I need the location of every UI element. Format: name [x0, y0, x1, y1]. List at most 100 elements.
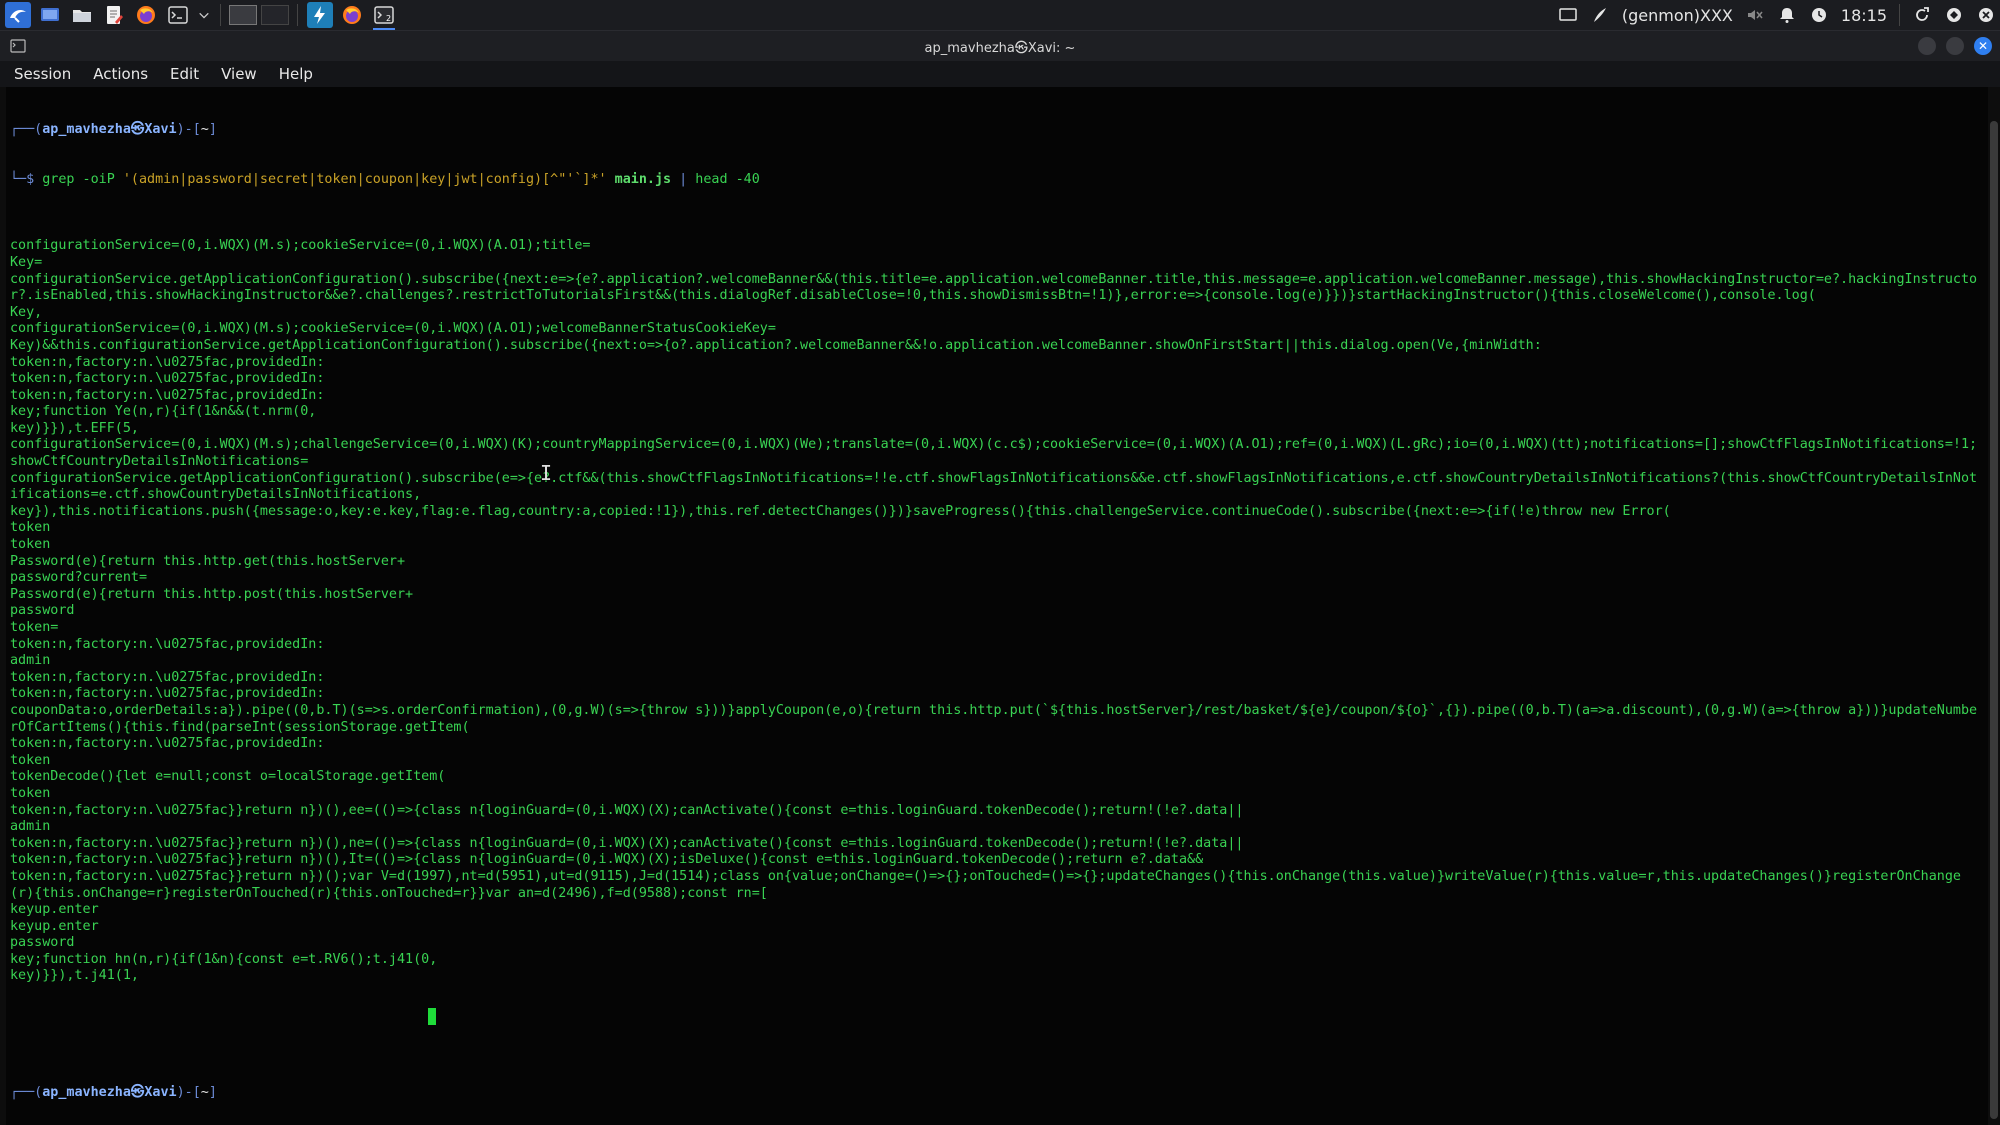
output-line: token:n,factory:n.\u0275fac}}return n})(… — [10, 835, 1244, 851]
close-button[interactable]: ✕ — [1974, 37, 1992, 55]
output-line: Key, — [10, 304, 43, 320]
menu-view[interactable]: View — [221, 65, 257, 83]
prompt-dir: ~ — [200, 122, 209, 138]
output-line: admin — [10, 653, 51, 669]
firefox-icon[interactable] — [133, 2, 159, 28]
app-menu-icon[interactable] — [5, 2, 31, 28]
output-line: token= — [10, 620, 59, 635]
output-line: configurationService=(0,i.WQX)(M.s);chal… — [10, 437, 1978, 470]
prompt-mid: )-[ — [176, 122, 201, 138]
output-line: key;function hn(n,r){if(1&n){const e=t.R… — [10, 951, 438, 967]
genmon-plugin-icon[interactable] — [1590, 5, 1610, 25]
panel-clock[interactable]: 18:15 — [1841, 6, 1887, 25]
scrollbar-thumb[interactable] — [1990, 121, 1998, 1119]
output-line: key)}}),t.EFF(5, — [10, 420, 139, 436]
output-line: Password(e){return this.http.post(this.h… — [10, 586, 414, 602]
output-line: token:n,factory:n.\u0275fac}}return n})(… — [10, 852, 1204, 868]
output-line: token:n,factory:n.\u0275fac,providedIn: — [10, 387, 325, 403]
prompt-user: ap_mavhezha㉿Xavi — [42, 122, 177, 138]
output-line: token — [10, 520, 51, 536]
prompt-line: ┌──(ap_mavhezha㉿Xavi)-[~] — [10, 122, 1984, 139]
command-head: head -40 — [695, 171, 760, 187]
prompt-mid: )-[ — [176, 1084, 201, 1100]
menu-help[interactable]: Help — [279, 65, 313, 83]
output-line: token — [10, 785, 51, 801]
command-pipe: | — [671, 171, 696, 187]
minimize-button[interactable] — [1918, 37, 1936, 55]
mouse-ibeam-cursor-icon: I — [540, 461, 553, 485]
menu-edit[interactable]: Edit — [170, 65, 199, 83]
menu-actions[interactable]: Actions — [93, 65, 148, 83]
output-line: configurationService.getApplicationConfi… — [10, 470, 1978, 503]
window-titlebar[interactable]: ap_mavhezha㉿Xavi: ~ ✕ — [0, 31, 2000, 61]
prompt-prefix: ┌──( — [10, 122, 43, 138]
output-line: token:n,factory:n.\u0275fac,providedIn: — [10, 686, 325, 702]
output-line: password?current= — [10, 570, 148, 586]
output-line: tokenDecode(){let e=null;const o=localSt… — [10, 769, 446, 785]
burp-suite-icon[interactable] — [307, 2, 333, 28]
output-line: token — [10, 537, 51, 553]
output-line: token:n,factory:n.\u0275fac,providedIn: — [10, 354, 325, 370]
terminal-window: ap_mavhezha㉿Xavi: ~ ✕ Session Actions Ed… — [0, 31, 2000, 1125]
window-title: ap_mavhezha㉿Xavi: ~ — [924, 40, 1076, 56]
refresh-icon[interactable] — [1912, 5, 1932, 25]
firefox-window-icon[interactable] — [339, 2, 365, 28]
output-line: configurationService=(0,i.WQX)(M.s);cook… — [10, 321, 776, 337]
top-panel: 2 (genmon)XXX 18:15 — [0, 0, 2000, 31]
show-desktop-icon[interactable] — [37, 2, 63, 28]
prompt-suffix: ] — [208, 122, 217, 138]
terminal-window-icon[interactable]: 2 — [371, 2, 397, 30]
output-line: Password(e){return this.http.get(this.ho… — [10, 553, 406, 569]
command-line: └─$ grep -oiP '(admin|password|secret|to… — [10, 172, 1984, 189]
terminal-launcher-icon[interactable] — [165, 2, 191, 28]
chevron-down-icon[interactable] — [197, 2, 211, 28]
prompt-user: ap_mavhezha㉿Xavi — [42, 1084, 177, 1100]
text-editor-icon[interactable] — [101, 2, 127, 28]
output-line: configurationService.getApplicationConfi… — [10, 271, 1978, 304]
panel-launchers: 2 — [0, 0, 400, 30]
terminal-output[interactable]: ┌──(ap_mavhezha㉿Xavi)-[~] └─$ grep -oiP … — [6, 87, 1988, 1125]
workspace-1[interactable] — [229, 5, 257, 25]
window-menu-icon[interactable] — [10, 38, 26, 54]
output-line: admin — [10, 819, 51, 835]
output-line: keyup.enter — [10, 918, 99, 934]
notification-bell-icon[interactable] — [1777, 5, 1797, 25]
desktop: 2 (genmon)XXX 18:15 ap_mavhezha㉿Xavi: ~ … — [0, 0, 2000, 1125]
close-icon: ✕ — [1977, 39, 1989, 53]
menu-session[interactable]: Session — [14, 65, 71, 83]
menubar: Session Actions Edit View Help — [0, 61, 2000, 87]
grep-output: configurationService=(0,i.WQX)(M.s);cook… — [10, 238, 1984, 985]
output-line: keyup.enter — [10, 902, 99, 918]
volume-muted-icon[interactable] — [1745, 5, 1765, 25]
output-line: key;function Ye(n,r){if(1&n&&(t.nrm(0, — [10, 404, 317, 420]
output-line: password — [10, 935, 75, 951]
workspace-2[interactable] — [261, 5, 289, 25]
output-line: key}),this.notifications.push({message:o… — [10, 503, 1671, 519]
command-pattern: '(admin|password|secret|token|coupon|key… — [122, 171, 607, 187]
system-tray: (genmon)XXX 18:15 — [1558, 0, 1996, 30]
display-icon[interactable] — [1558, 5, 1578, 25]
maximize-button[interactable] — [1946, 37, 1964, 55]
output-line: Key)&&this.configurationService.getAppli… — [10, 337, 1542, 353]
output-line: token:n,factory:n.\u0275fac,providedIn: — [10, 636, 325, 652]
output-line: token:n,factory:n.\u0275fac}}return n})(… — [10, 868, 1961, 901]
output-line: token:n,factory:n.\u0275fac,providedIn: — [10, 669, 325, 685]
panel-separator — [220, 4, 221, 26]
prompt-dir: ~ — [200, 1084, 209, 1100]
prompt-suffix: ] — [208, 1084, 217, 1100]
genmon-label[interactable]: (genmon)XXX — [1622, 6, 1733, 25]
stray-block-cursor — [428, 1008, 436, 1025]
window-controls: ✕ — [1918, 37, 1992, 55]
output-line: token:n,factory:n.\u0275fac}}return n})(… — [10, 802, 1244, 818]
power-icon[interactable] — [1976, 5, 1996, 25]
prompt-prefix: ┌──( — [10, 1084, 43, 1100]
panel-separator — [1899, 4, 1900, 26]
output-line: token — [10, 752, 51, 768]
file-manager-icon[interactable] — [69, 2, 95, 28]
network-icon[interactable] — [1944, 5, 1964, 25]
terminal-scrollbar[interactable] — [1990, 121, 1998, 1119]
prompt-line: ┌──(ap_mavhezha㉿Xavi)-[~] — [10, 1085, 1984, 1102]
command-file: main.js — [606, 171, 672, 187]
svg-text:2: 2 — [386, 14, 391, 23]
